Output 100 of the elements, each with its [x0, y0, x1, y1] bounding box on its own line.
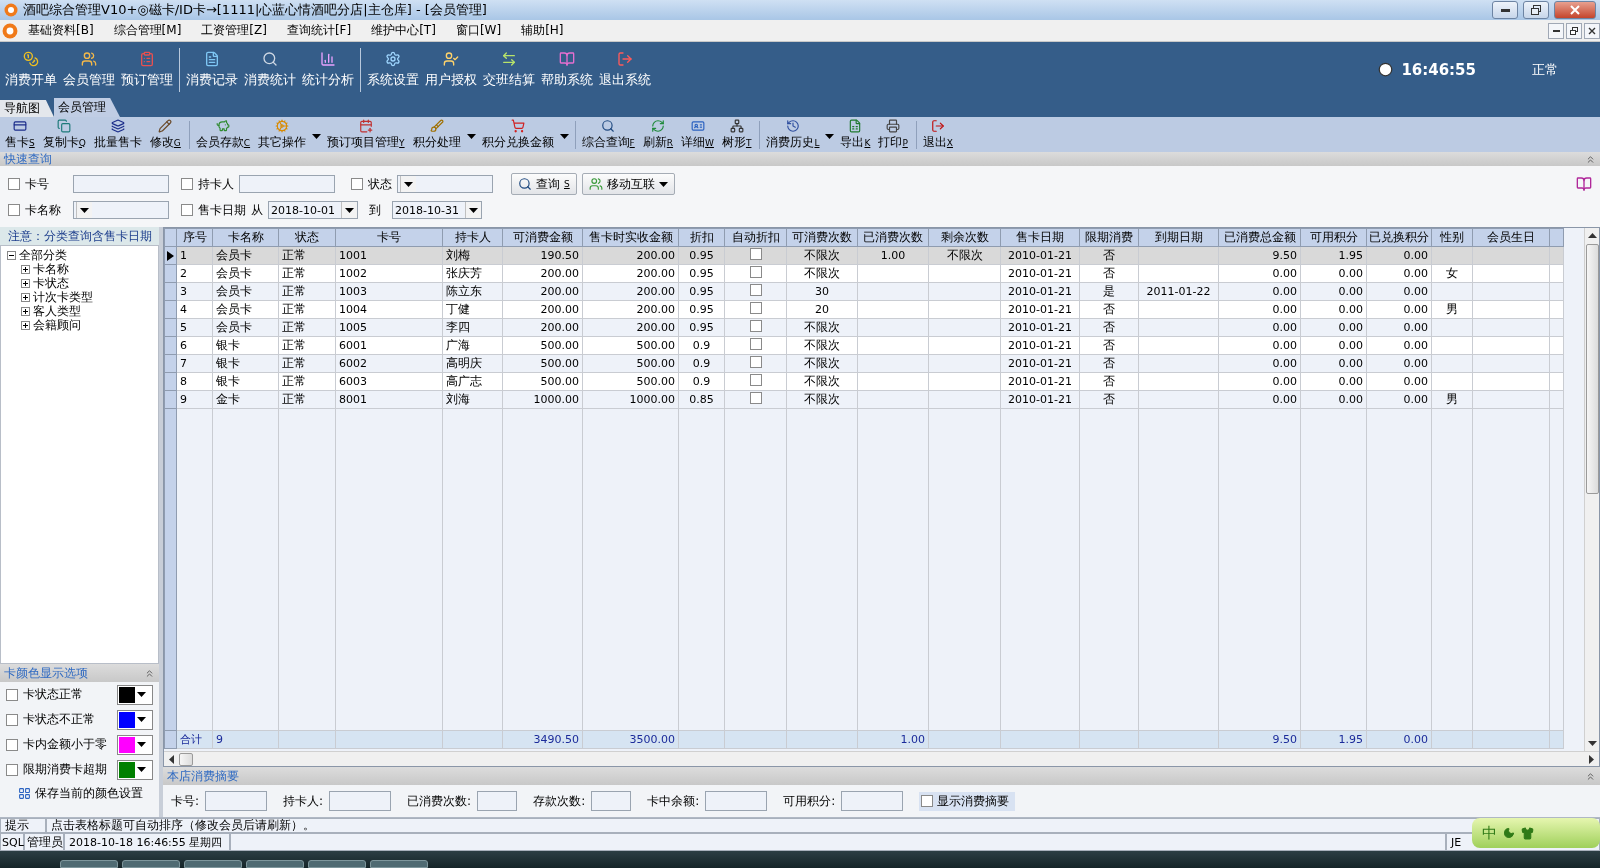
checkbox[interactable] — [351, 178, 363, 190]
expander-icon[interactable] — [21, 320, 30, 330]
column-header[interactable]: 状态 — [278, 228, 336, 247]
column-header[interactable]: 性别 — [1431, 228, 1473, 247]
collapse-icon[interactable] — [144, 667, 155, 679]
tab[interactable]: 导航图 — [0, 100, 54, 117]
toolbar-button[interactable]: 消费开单 — [2, 44, 60, 95]
menu-item[interactable]: 窗口[W] — [445, 22, 512, 39]
menu-item[interactable]: 查询统计[F] — [276, 22, 362, 39]
toolbar-button[interactable]: 售卡S — [2, 118, 40, 151]
checkbox[interactable] — [749, 392, 762, 404]
scroll-left-icon[interactable] — [169, 754, 174, 764]
toolbar-button[interactable]: 系统设置 — [364, 44, 422, 95]
checkbox[interactable] — [6, 688, 18, 701]
card-name-dropdown[interactable] — [73, 201, 169, 219]
column-header[interactable]: 卡名称 — [212, 228, 279, 247]
toolbar-button[interactable]: 其它操作 — [255, 118, 325, 151]
restore-button[interactable] — [1566, 22, 1582, 39]
taskbar-button[interactable] — [246, 860, 304, 868]
summary-field[interactable] — [705, 791, 768, 811]
toolbar-button[interactable]: 积分处理 — [409, 118, 479, 151]
checkbox[interactable] — [749, 248, 762, 260]
taskbar-button[interactable] — [308, 860, 366, 868]
checkbox[interactable] — [749, 374, 762, 386]
checkbox[interactable] — [749, 302, 762, 314]
toolbar-button[interactable]: 积分兑换金额 — [478, 118, 572, 151]
checkbox[interactable] — [921, 795, 934, 807]
tab[interactable]: 会员管理 — [54, 98, 120, 117]
column-header[interactable]: 可用积分 — [1300, 228, 1367, 247]
menu-item[interactable]: 辅助[H] — [511, 22, 574, 39]
column-header[interactable]: 自动折扣 — [724, 228, 787, 247]
column-header[interactable]: 可消费金额 — [502, 228, 583, 247]
summary-field[interactable] — [591, 791, 632, 811]
summary-field[interactable] — [205, 791, 268, 811]
expander-icon[interactable] — [21, 292, 30, 302]
taskbar-button[interactable] — [60, 860, 118, 868]
toolbar-button[interactable]: 预订项目管理Y — [324, 118, 410, 151]
column-header[interactable]: 售卡日期 — [1000, 228, 1080, 247]
checkbox[interactable] — [181, 178, 193, 190]
query-button[interactable]: 查询 S — [511, 173, 577, 195]
toolbar-button[interactable]: 消费记录 — [183, 44, 241, 95]
toolbar-button[interactable]: 树形T — [718, 118, 757, 151]
scroll-up-icon[interactable] — [1587, 233, 1597, 238]
toolbar-button[interactable]: 综合查询F — [578, 118, 640, 151]
checkbox[interactable] — [181, 204, 193, 216]
expander-icon[interactable] — [21, 278, 30, 288]
toolbar-button[interactable]: 导出 K — [837, 118, 876, 151]
checkbox[interactable] — [6, 763, 18, 776]
scroll-right-icon[interactable] — [1589, 754, 1594, 764]
scroll-thumb[interactable] — [1585, 244, 1599, 494]
menu-item[interactable]: 工资管理[Z] — [191, 22, 277, 39]
summary-field[interactable] — [329, 791, 392, 811]
checkbox[interactable] — [6, 713, 18, 726]
show-summary-checkbox[interactable]: 显示消费摘要 — [919, 791, 1016, 811]
column-header[interactable]: 卡号 — [335, 228, 443, 247]
checkbox[interactable] — [749, 338, 762, 350]
summary-field[interactable] — [477, 791, 518, 811]
color-picker[interactable] — [117, 759, 153, 780]
color-picker[interactable] — [117, 734, 153, 755]
column-header[interactable]: 剩余次数 — [928, 228, 1001, 247]
card-holder-field[interactable] — [239, 175, 335, 193]
toolbar-button[interactable]: 预订管理 — [118, 44, 176, 95]
scroll-down-icon[interactable] — [1587, 741, 1597, 746]
toolbar-button[interactable]: 批量售卡 — [90, 118, 147, 151]
horizontal-scrollbar[interactable] — [164, 751, 1599, 766]
toolbar-button[interactable]: 消费历史 L — [763, 118, 838, 151]
column-header[interactable]: 已消费次数 — [857, 228, 929, 247]
column-header[interactable]: 已消费总金额 — [1218, 228, 1301, 247]
column-header[interactable]: 已兑换积分 — [1366, 228, 1432, 247]
column-header[interactable]: 限期消费 — [1079, 228, 1139, 247]
toolbar-button[interactable]: 帮助系统 — [538, 44, 596, 95]
restore-button[interactable] — [1523, 1, 1549, 19]
toolbar-button[interactable]: 统计分析 — [299, 44, 357, 95]
toolbar-button[interactable]: 消费统计 — [241, 44, 299, 95]
toolbar-button[interactable]: 修改G — [146, 118, 186, 151]
column-header[interactable]: 可消费次数 — [786, 228, 858, 247]
checkbox[interactable] — [8, 204, 20, 216]
column-header[interactable]: 会员生日 — [1472, 228, 1550, 247]
summary-field[interactable] — [841, 791, 904, 811]
toolbar-button[interactable]: 复制卡Q — [39, 118, 91, 151]
taskbar-button[interactable] — [184, 860, 242, 868]
menu-item[interactable]: 基础资料[B] — [18, 22, 104, 39]
collapse-icon[interactable] — [1585, 770, 1596, 782]
scroll-thumb[interactable] — [179, 752, 193, 766]
color-picker[interactable] — [117, 709, 153, 730]
toolbar-button[interactable]: 详细W — [678, 118, 719, 151]
expander-icon[interactable] — [21, 264, 30, 274]
checkbox[interactable] — [6, 738, 18, 751]
toolbar-button[interactable]: 打印 P — [875, 118, 913, 151]
checkbox[interactable] — [749, 266, 762, 278]
checkbox[interactable] — [8, 178, 20, 190]
toolbar-button[interactable]: 交班结算 — [480, 44, 538, 95]
toolbar-button[interactable]: 会员管理 — [60, 44, 118, 95]
menu-item[interactable]: 综合管理[M] — [103, 22, 192, 39]
date-picker[interactable]: 2018-10-01 — [268, 201, 358, 219]
save-colors-button[interactable]: 保存当前的颜色设置 — [12, 782, 159, 804]
column-header[interactable]: 折扣 — [678, 228, 725, 247]
taskbar-button[interactable] — [122, 860, 180, 868]
toolbar-button[interactable]: 退出X — [919, 118, 958, 151]
ime-toolbar[interactable]: 中 — [1472, 818, 1600, 848]
